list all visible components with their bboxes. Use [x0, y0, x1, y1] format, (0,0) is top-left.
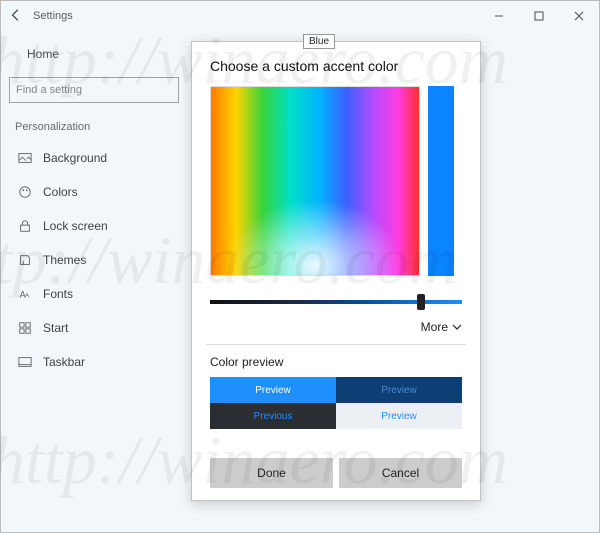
color-picker-dialog: Choose a custom accent color More Color …	[191, 41, 481, 501]
more-toggle[interactable]: More	[210, 320, 462, 334]
settings-window: Settings Home Personalizatio	[0, 0, 600, 533]
color-spectrum[interactable]	[210, 86, 420, 276]
dialog-title: Choose a custom accent color	[210, 58, 462, 74]
preview-label: Color preview	[210, 355, 462, 369]
dialog-buttons: Done Cancel	[210, 458, 462, 488]
value-slider[interactable]	[210, 294, 462, 310]
value-slider-thumb[interactable]	[417, 294, 425, 310]
color-tooltip: Blue	[303, 34, 335, 49]
preview-tile-accent-dark: Preview	[336, 377, 462, 403]
preview-tile-dark-bg: Previous	[210, 403, 336, 429]
preview-tile-accent-light: Preview	[210, 377, 336, 403]
more-label: More	[421, 320, 448, 334]
done-button[interactable]: Done	[210, 458, 333, 488]
chevron-down-icon	[452, 322, 462, 332]
preview-tile-light-bg: Preview	[336, 403, 462, 429]
hue-bar[interactable]	[428, 86, 454, 276]
preview-grid: Preview Preview Previous Preview	[210, 377, 462, 429]
divider	[206, 344, 466, 345]
cancel-button[interactable]: Cancel	[339, 458, 462, 488]
spectrum-row	[210, 86, 462, 276]
